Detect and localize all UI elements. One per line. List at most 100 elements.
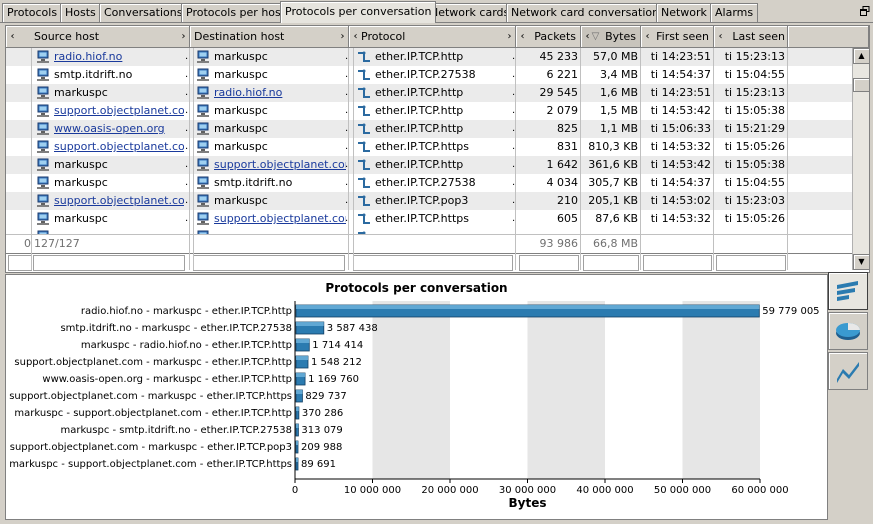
filter-field-last-seen[interactable] (716, 255, 786, 271)
column-header-first-seen[interactable]: ‹ First seen (641, 26, 714, 48)
scroll-down-arrow-icon[interactable]: ▼ (853, 254, 870, 270)
bar-chart-icon (837, 281, 858, 301)
source-host-cell[interactable]: radio.hiof.no (54, 48, 184, 66)
column-left-arrow-icon[interactable]: ‹ (351, 26, 360, 47)
filter-field-first-seen[interactable] (643, 255, 712, 271)
table-row[interactable]: markuspc. smtp.itdrift.no. ether.IP.TCP.27… (6, 174, 853, 192)
host-icon (196, 140, 210, 154)
table-row[interactable]: www.oasis-open.org. markuspc. ether.IP.TCP… (6, 120, 853, 138)
bar-highlight (296, 424, 299, 428)
line-chart-view-button[interactable] (828, 352, 868, 390)
sort-descending-icon: ▽ (591, 31, 600, 42)
column-header-bytes[interactable]: ‹ ▽ Bytes (581, 26, 641, 48)
last-seen-cell: ti 15:05:26 (724, 140, 785, 153)
column-header-last-seen[interactable]: ‹ Last seen (714, 26, 788, 48)
table-row[interactable]: markuspc. support.objectplanet.com. ether.… (6, 210, 853, 228)
destination-host-cell[interactable]: radio.hiof.no (214, 84, 346, 102)
summary-bytes: 66,8 MB (592, 237, 638, 250)
destination-host-cell[interactable]: support.objectplanet.com (214, 210, 346, 228)
table-row[interactable]: support.objectplanet.com. markuspc. ether.… (6, 192, 853, 210)
column-header-packets[interactable]: ‹ Packets (516, 26, 581, 48)
filter-field-bytes[interactable] (583, 255, 639, 271)
protocol-icon (357, 140, 371, 154)
bar-category-label: smtp.itdrift.no - markuspc - ether.IP.TC… (60, 323, 292, 334)
column-right-arrow-icon[interactable]: › (179, 26, 188, 47)
grid-band (527, 301, 605, 479)
destination-host-header-label: Destination host (194, 30, 285, 43)
filter-field-destination-host[interactable] (193, 255, 345, 271)
tab-hosts[interactable]: Hosts (60, 3, 101, 22)
column-right-arrow-icon[interactable]: › (338, 26, 347, 47)
filter-field-index[interactable] (8, 255, 32, 271)
tab-protocols[interactable]: Protocols (2, 3, 63, 22)
x-tick-label: 0 (292, 485, 298, 496)
scrollbar-thumb[interactable] (853, 78, 870, 92)
host-icon (36, 50, 50, 64)
protocol-cell: ether.IP.TCP.http (375, 86, 464, 99)
table-vertical-scrollbar[interactable]: ▲ ▼ (852, 48, 870, 270)
pie-chart-view-button[interactable] (828, 312, 868, 350)
table-row[interactable]: radio.hiof.no. markuspc. ether.IP.TCP.http… (6, 48, 853, 66)
host-icon (36, 68, 50, 82)
bar-value-label: 1 714 414 (312, 340, 363, 351)
summary-packets: 93 986 (539, 237, 579, 250)
tab-network[interactable]: Network (656, 3, 712, 22)
restore-window-icon[interactable] (860, 6, 870, 16)
cell-overflow-marker: . (185, 123, 189, 134)
tab-alarms[interactable]: Alarms (710, 3, 759, 22)
cell-overflow-marker: . (185, 87, 189, 98)
table-row[interactable]: markuspc. radio.hiof.no. ether.IP.TCP.http… (6, 84, 853, 102)
summary-index: 0 (24, 237, 31, 250)
bar-category-label: radio.hiof.no - markuspc - ether.IP.TCP.… (81, 306, 292, 317)
source-host-cell: markuspc (54, 176, 108, 189)
column-left-arrow-icon[interactable]: ‹ (643, 26, 652, 47)
column-divider (713, 48, 714, 270)
filter-field-packets[interactable] (519, 255, 579, 271)
destination-host-cell: markuspc (214, 104, 268, 117)
tab-network-cards[interactable]: Network cards (425, 3, 515, 22)
packets-cell: 605 (557, 212, 578, 225)
bar-chart-view-button[interactable] (828, 272, 868, 310)
protocol-icon (357, 158, 371, 172)
source-host-cell[interactable]: support.objectplanet.com (54, 102, 184, 120)
host-icon (36, 194, 50, 208)
source-host-cell[interactable]: www.oasis-open.org (54, 120, 184, 138)
cell-overflow-marker: . (185, 213, 189, 224)
filter-field-source-host[interactable] (33, 255, 185, 271)
column-header-source-host[interactable]: ‹ Source host › (6, 26, 190, 48)
source-host-cell[interactable]: support.objectplanet.com (54, 192, 184, 210)
grid-band (450, 301, 528, 479)
cell-overflow-marker: . (185, 159, 189, 170)
last-seen-cell: ti 15:23:03 (724, 194, 785, 207)
x-tick-label: 50 000 000 (654, 485, 711, 496)
column-header-destination-host[interactable]: Destination host › (190, 26, 349, 48)
bytes-cell: 3,4 MB (599, 68, 638, 81)
host-icon (196, 104, 210, 118)
first-seen-cell: ti 14:53:02 (650, 194, 711, 207)
tab-network-card-conversations[interactable]: Network card conversations (506, 3, 670, 22)
bar-category-label: support.objectplanet.com - markuspc - et… (9, 391, 292, 402)
table-row[interactable]: markuspc. support.objectplanet.com. ether.… (6, 156, 853, 174)
bar-category-label: support.objectplanet.com - markuspc - et… (10, 442, 292, 453)
bytes-cell: 810,3 KB (588, 140, 638, 153)
column-left-arrow-icon[interactable]: ‹ (518, 26, 527, 47)
tab-protocols-per-conversation[interactable]: Protocols per conversation (280, 1, 437, 23)
x-tick-label: 60 000 000 (731, 485, 788, 496)
column-left-arrow-icon[interactable]: ‹ (716, 26, 725, 47)
bytes-cell: 1,5 MB (599, 104, 638, 117)
column-header-protocol[interactable]: ‹ Protocol › (349, 26, 516, 48)
bar-value-label: 1 548 212 (311, 357, 362, 368)
column-right-arrow-icon[interactable]: › (505, 26, 514, 47)
protocol-cell: ether.IP.TCP.http (375, 104, 464, 117)
destination-host-cell[interactable]: support.objectplanet.com (214, 156, 346, 174)
tab-conversations[interactable]: Conversations (99, 3, 188, 22)
table-row[interactable]: support.objectplanet.com. markuspc. ether.… (6, 138, 853, 156)
tab-protocols-per-host[interactable]: Protocols per host (181, 3, 291, 22)
table-row[interactable]: smtp.itdrift.no. markuspc. ether.IP.TCP.27… (6, 66, 853, 84)
column-left-arrow-icon[interactable]: ‹ (8, 26, 17, 47)
table-row[interactable]: support.objectplanet.com. markuspc. ether.… (6, 102, 853, 120)
source-host-cell[interactable]: support.objectplanet.com (54, 138, 184, 156)
scroll-up-arrow-icon[interactable]: ▲ (853, 48, 870, 64)
filter-field-protocol[interactable] (353, 255, 513, 271)
host-icon (196, 158, 210, 172)
